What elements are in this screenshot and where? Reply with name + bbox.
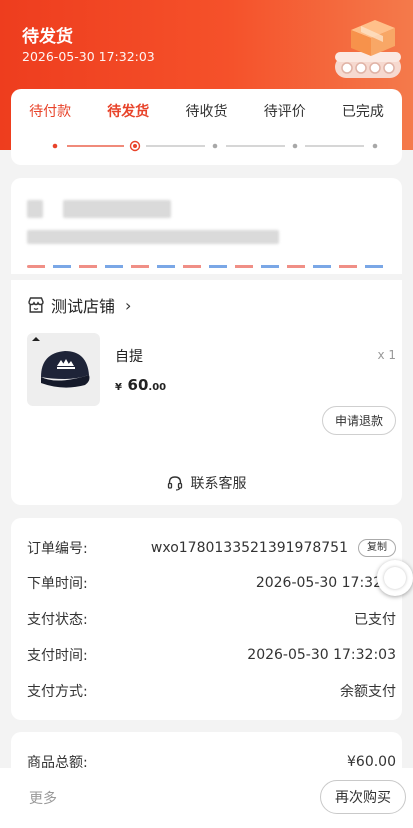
payment-method-row: 支付方式: 余额支付 (27, 681, 396, 701)
progress-dot-pending-1 (212, 143, 218, 149)
product-name: 自提 (115, 349, 143, 365)
progress-dot-active (133, 144, 137, 148)
order-time-value: 2026-05-30 17:32 (255, 575, 382, 591)
progress-dot-pending-2 (292, 143, 298, 149)
status-step-pending-shipment: 待发货 (107, 104, 150, 120)
address-detail-redacted (27, 230, 279, 244)
copy-order-number-button[interactable]: 复制 (358, 539, 396, 557)
payment-status-value: 已支付 (354, 612, 396, 628)
status-step-pending-payment: 待付款 (29, 104, 72, 120)
baseball-cap-image (32, 337, 90, 388)
product-image[interactable] (27, 333, 100, 406)
status-step-pending-receipt: 待收货 (185, 104, 228, 120)
contact-service-label: 联系客服 (190, 476, 247, 492)
bottom-action-bar: 更多 再次购买 (0, 768, 413, 828)
order-status-title: 待发货 (22, 27, 73, 47)
contact-service-button[interactable]: 联系客服 (11, 473, 402, 493)
address-envelope-stripe (27, 265, 386, 268)
order-number-label: 订单编号: (27, 541, 88, 557)
shop-header[interactable]: 测试店铺 › (27, 293, 131, 317)
status-tabs: 待付款 待发货 待收货 待评价 已完成 (11, 101, 402, 121)
order-number-row: 订单编号: wxo1780133521391978751 复制 (27, 538, 396, 558)
apply-refund-button[interactable]: 申请退款 (321, 406, 396, 435)
payment-time-value: 2026-05-30 17:32:03 (247, 647, 396, 663)
status-step-pending-review: 待评价 (263, 104, 306, 120)
payment-method-label: 支付方式: (27, 684, 88, 700)
order-time-label: 下单时间: (27, 576, 88, 592)
package-conveyor-icon (335, 20, 401, 78)
recipient-name-redacted (27, 200, 43, 218)
store-icon (28, 297, 44, 313)
payment-status-label: 支付状态: (27, 612, 88, 628)
price-decimal: .00 (148, 382, 167, 393)
order-number-value: wxo1780133521391978751 (150, 540, 348, 556)
buy-again-button[interactable]: 再次购买 (320, 780, 406, 814)
order-time-row: 下单时间: 2026-05-30 17:32 (27, 573, 396, 593)
headset-icon (167, 476, 182, 491)
order-status-timestamp: 2026-05-30 17:32:03 (22, 49, 155, 64)
progress-dot-done (52, 143, 58, 149)
order-progress-card: 待付款 待发货 待收货 待评价 已完成 (11, 89, 402, 165)
shipping-address-card[interactable] (11, 178, 402, 274)
product-price: ¥ 60.00 (115, 375, 166, 394)
order-info-card: 订单编号: wxo1780133521391978751 复制 下单时间: 20… (11, 518, 402, 720)
payment-time-label: 支付时间: (27, 648, 88, 664)
chevron-right-icon: › (125, 295, 132, 315)
price-currency: ¥ (115, 382, 122, 393)
progress-dot-pending-3 (372, 143, 378, 149)
status-step-completed: 已完成 (341, 104, 384, 120)
shop-name: 测试店铺 (51, 297, 116, 316)
shop-product-card: 测试店铺 › 自提 x 1 ¥ 60.00 申请退款 联系客服 (11, 280, 402, 505)
price-integer: 60 (127, 376, 149, 394)
status-progress-track (52, 140, 378, 152)
product-quantity: x 1 (377, 348, 396, 362)
payment-status-row: 支付状态: 已支付 (27, 609, 396, 629)
floating-button-inner (384, 567, 406, 589)
payment-method-value: 余额支付 (340, 684, 396, 700)
recipient-phone-redacted (63, 200, 171, 218)
floating-assistive-button[interactable] (377, 560, 413, 596)
payment-time-row: 支付时间: 2026-05-30 17:32:03 (27, 645, 396, 665)
more-actions-button[interactable]: 更多 (29, 788, 57, 808)
